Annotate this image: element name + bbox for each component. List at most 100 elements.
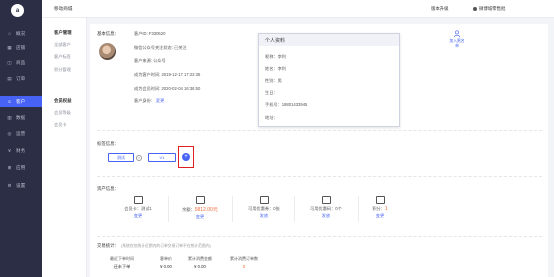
settings-icon: ⚙ xyxy=(7,182,12,188)
data-icon: ▥ xyxy=(7,114,12,120)
wechat-status: 微信公众号关注状态: 已关注 xyxy=(134,45,187,50)
home-icon: ⌂ xyxy=(8,31,11,36)
user-icon xyxy=(473,7,477,11)
stat-header: 最近下单时间 xyxy=(110,256,134,261)
subnav-item-member-card[interactable]: 会员卡 xyxy=(54,122,67,128)
nav-label: 店铺 xyxy=(16,44,26,50)
secondary-nav: 客户管理 全部客户 客户标签 积分管理 会员权益 会员等级 会员卡 xyxy=(42,18,87,277)
asset-points: 积分：1 变更 xyxy=(350,196,410,219)
subnav-item-all-customers[interactable]: 全部客户 xyxy=(54,42,71,48)
nav-item-shop[interactable]: ▦ 店铺 xyxy=(0,42,42,53)
top-bar: 移动商城 版本升级 微博城零售批 xyxy=(42,0,554,18)
identity-label: 客户身份: xyxy=(134,98,152,103)
stat-total-spend: 累计消费金额 ¥ 0.00 xyxy=(188,256,212,269)
member-since: 成为会员时间: 2020-02-04 16:36:50 xyxy=(134,86,201,91)
tag-chip[interactable]: V1 xyxy=(148,153,176,162)
asset-title: 可用优惠码：0个 xyxy=(310,206,342,211)
separator xyxy=(232,196,233,222)
change-points-link[interactable]: 变更 xyxy=(350,213,410,219)
upgrade-link[interactable]: 版本升级 xyxy=(431,6,449,12)
nav-item-goods[interactable]: ◫ 商品 xyxy=(0,57,42,68)
nav-item-customers[interactable]: ☺ 客户 xyxy=(0,96,42,107)
app-logo[interactable]: a xyxy=(11,4,24,17)
member-card-icon xyxy=(133,196,143,204)
shop-icon: ▦ xyxy=(7,44,12,50)
stat-value: ¥ 0.00 xyxy=(194,264,206,269)
real-name: 姓名：李利 xyxy=(265,66,286,71)
points-value: 1 xyxy=(384,206,388,212)
nav-item-operations[interactable]: ◎ 运营 xyxy=(0,128,42,139)
tag-chip[interactable]: 测试 xyxy=(108,153,134,162)
add-user-icon xyxy=(453,30,461,38)
nav-label: 数据 xyxy=(16,114,26,120)
subnav-item-points[interactable]: 积分管理 xyxy=(54,67,71,73)
popover-title: 个人资料 xyxy=(259,34,399,46)
customer-since: 成为客户时间: 2019-12-17 17:22:35 xyxy=(134,72,201,77)
finance-icon: ¥ xyxy=(8,148,11,153)
nav-label: 客户 xyxy=(16,98,26,104)
issue-code-link[interactable]: 发放 xyxy=(296,213,356,219)
nav-item-settings[interactable]: ⚙ 设置 xyxy=(0,180,42,191)
add-tag-button[interactable]: + xyxy=(182,153,190,161)
trade-stats-label: 交易统计： (系统仅仅统计近期内的订单交易订单不在统计范围内) xyxy=(97,243,211,249)
balance-value: 5812.00元 xyxy=(194,207,218,213)
user-menu[interactable]: 微博城零售批 xyxy=(473,6,505,12)
change-identity-link[interactable]: 変更 xyxy=(156,98,164,103)
stat-value: 还未下单 xyxy=(113,264,131,269)
stat-avg-order: 客单价 ¥ 0.00 xyxy=(160,256,172,269)
stat-last-order: 最近下单时间 还未下单 xyxy=(110,256,134,270)
nav-item-finance[interactable]: ¥ 财务 xyxy=(0,145,42,156)
asset-coupons: 可用优惠券：0张 发放 xyxy=(234,196,294,219)
app-icon: ⊞ xyxy=(7,164,12,170)
app-title: 移动商城 xyxy=(54,6,73,11)
asset-title: 积分： xyxy=(372,206,385,211)
birthday: 生日： xyxy=(265,90,278,95)
subnav-group-title: 会员权益 xyxy=(54,98,72,103)
nav-item-orders[interactable]: ▤ 订单 xyxy=(0,73,42,84)
coupon-icon xyxy=(259,196,269,204)
nav-label: 运营 xyxy=(16,130,26,136)
stats-title: 交易统计： xyxy=(97,243,119,248)
address: 地址： xyxy=(265,115,278,120)
basic-info-label: 基本信息： xyxy=(97,31,119,36)
asset-title: 可用优惠券：0张 xyxy=(248,206,280,211)
separator xyxy=(168,196,169,222)
asset-title: 余额： xyxy=(182,207,195,212)
nav-label: 应用 xyxy=(16,164,26,170)
nav-item-overview[interactable]: ⌂ 概况 xyxy=(0,28,42,39)
customer-id: 客户ID: F330520 xyxy=(134,31,166,36)
nickname: 呢称：李利 xyxy=(265,54,286,59)
subnav-item-customer-tags[interactable]: 客户标签 xyxy=(54,54,71,60)
separator xyxy=(294,196,295,222)
divider xyxy=(97,130,542,131)
change-card-link[interactable]: 变更 xyxy=(108,213,168,219)
customer-avatar xyxy=(99,43,116,60)
assets-label: 资产信息： xyxy=(97,186,119,191)
issue-coupon-link[interactable]: 发放 xyxy=(234,213,294,219)
wallet-icon xyxy=(195,196,205,204)
nav-item-data[interactable]: ▥ 数据 xyxy=(0,112,42,123)
asset-icon: ◎ xyxy=(7,130,12,136)
stat-header: 客单价 xyxy=(160,256,172,261)
user-name: 微博城零售批 xyxy=(479,6,506,11)
change-balance-link[interactable]: 变更 xyxy=(170,214,230,220)
blacklist-button[interactable]: 加入黑名单 xyxy=(448,30,466,49)
stats-note: (系统仅仅统计近期内的订单交易订单不在统计范围内) xyxy=(120,244,211,248)
customer-identity: 客户身份: 変更 xyxy=(134,98,164,104)
nav-label: 设置 xyxy=(16,182,26,188)
tags-label: 标签信息： xyxy=(97,141,119,146)
gender: 性别：男 xyxy=(265,78,282,83)
subnav-item-member-levels[interactable]: 会员等级 xyxy=(54,110,71,116)
remove-tag-icon[interactable]: × xyxy=(136,155,142,161)
customer-source: 客户来源: 公众号 xyxy=(134,58,166,63)
points-icon xyxy=(375,196,385,204)
phone: 手机号：18801433945 xyxy=(265,102,308,107)
asset-line: 积分：1 xyxy=(350,206,410,212)
blacklist-label: 加入黑名单 xyxy=(449,39,465,48)
nav-label: 概况 xyxy=(16,30,26,36)
divider xyxy=(97,236,542,237)
nav-item-apps[interactable]: ⊞ 应用 xyxy=(0,162,42,173)
asset-promo-codes: 可用优惠码：0个 发放 xyxy=(296,196,356,219)
nav-label: 订单 xyxy=(16,75,26,81)
left-nav: a ⌂ 概况 ▦ 店铺 ◫ 商品 ▤ 订单 ☺ 客户 ▥ 数据 ◎ 运营 ¥ 财务 ⊞ 应用 ⚙ 设… xyxy=(0,0,42,277)
